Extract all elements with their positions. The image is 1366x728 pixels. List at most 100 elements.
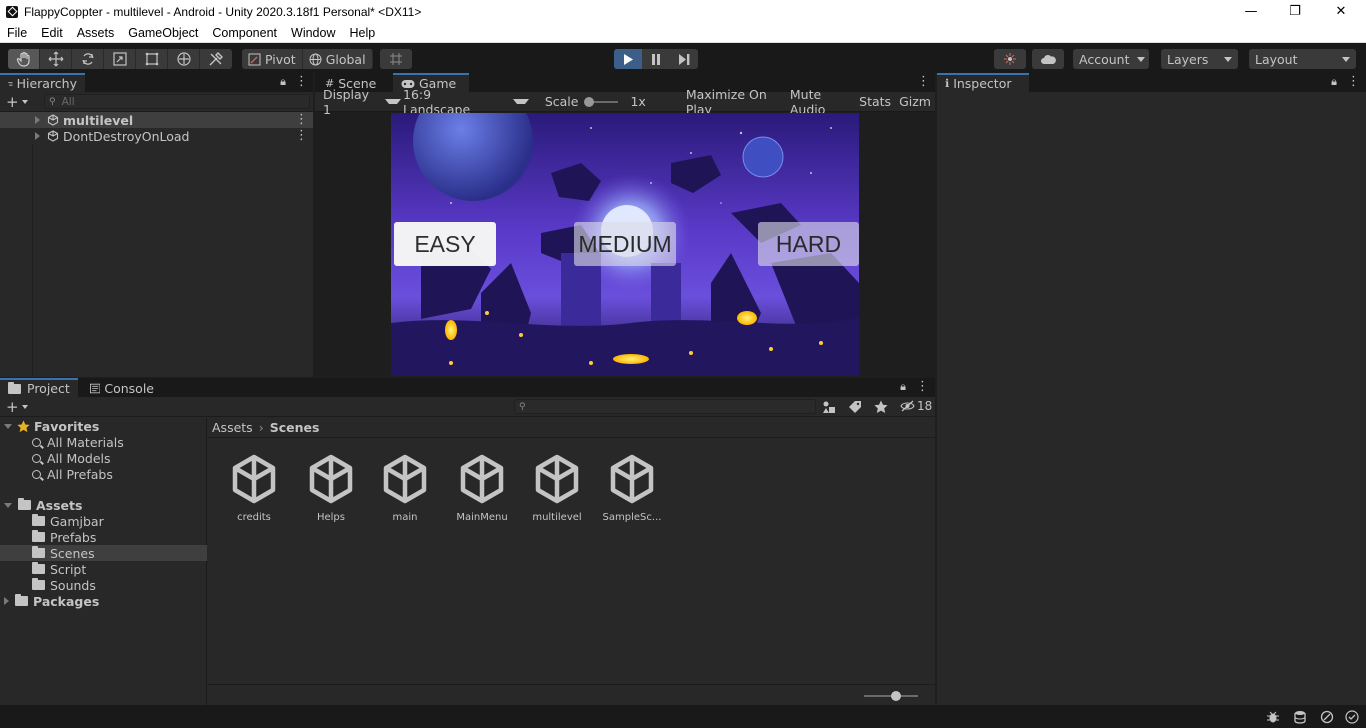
move-tool-icon[interactable] (40, 49, 72, 69)
breadcrumb-assets[interactable]: Assets (212, 420, 253, 435)
global-toggle[interactable]: Global (303, 49, 373, 69)
stats-toggle[interactable]: Stats (855, 94, 895, 109)
expand-arrow-icon[interactable] (4, 597, 9, 605)
scene-asset[interactable]: MainMenu (447, 454, 517, 523)
more-options-icon[interactable]: ⋮ (295, 113, 308, 127)
hard-button[interactable]: HARD (758, 222, 859, 266)
tree-item-label: Sounds (50, 577, 96, 593)
menu-file[interactable]: File (0, 26, 34, 40)
asset-size-bar (208, 684, 935, 705)
scale-slider[interactable] (584, 96, 619, 107)
breadcrumb-scenes[interactable]: Scenes (270, 420, 320, 435)
hidden-packages-toggle[interactable]: 18 (900, 399, 932, 413)
tree-favorites[interactable]: Favorites (4, 418, 99, 434)
tab-inspector[interactable]: ℹ Inspector (937, 73, 1029, 92)
folder-icon (18, 498, 31, 510)
more-options-icon[interactable]: ⋮ (916, 380, 929, 394)
menu-gameobject[interactable]: GameObject (121, 26, 205, 40)
tree-folder-prefabs[interactable]: Prefabs (32, 529, 96, 545)
tree-folder-script[interactable]: Script (32, 561, 86, 577)
scene-asset[interactable]: credits (219, 454, 289, 523)
menu-edit[interactable]: Edit (34, 26, 70, 40)
auto-generate-lighting-icon[interactable] (1320, 710, 1334, 727)
tree-all-materials[interactable]: All Materials (32, 434, 124, 450)
menu-help[interactable]: Help (342, 26, 382, 40)
menu-window[interactable]: Window (284, 26, 342, 40)
expand-arrow-icon[interactable] (35, 116, 40, 124)
medium-button[interactable]: MEDIUM (574, 222, 676, 266)
lock-icon[interactable]: 🔒︎ (278, 75, 288, 89)
cloud-icon[interactable] (1032, 49, 1064, 69)
scene-asset[interactable]: main (370, 454, 440, 523)
account-dropdown[interactable]: Account (1073, 49, 1149, 69)
hierarchy-search-input[interactable]: ⚲ All (44, 94, 310, 109)
tab-project[interactable]: Project (0, 378, 78, 397)
create-dropdown[interactable]: + (6, 398, 28, 416)
list-icon (8, 81, 13, 86)
game-canvas[interactable]: EASY MEDIUM HARD (391, 113, 859, 376)
tab-console[interactable]: Console (82, 378, 162, 397)
filter-by-type-icon[interactable] (822, 400, 836, 414)
expand-arrow-icon[interactable] (4, 502, 12, 508)
custom-tool-icon[interactable] (200, 49, 232, 69)
aspect-dropdown[interactable]: 16:9 Landscape (395, 87, 533, 117)
mute-audio-toggle[interactable]: Mute Audio (786, 87, 855, 117)
lock-icon[interactable]: 🔒︎ (898, 380, 908, 394)
hierarchy-item-multilevel[interactable]: multilevel ⋮ (0, 112, 313, 128)
debug-icon[interactable] (1266, 710, 1280, 727)
tree-folder-gamjbar[interactable]: Gamjbar (32, 513, 104, 529)
hand-tool-icon[interactable] (8, 49, 40, 69)
menu-component[interactable]: Component (205, 26, 284, 40)
create-dropdown[interactable]: + (6, 93, 28, 111)
filter-by-label-icon[interactable] (848, 400, 862, 414)
icon-size-slider[interactable] (864, 691, 918, 701)
services-icon[interactable] (994, 49, 1026, 69)
tree-item-label: All Models (47, 450, 111, 466)
pivot-toggle[interactable]: Pivot (242, 49, 303, 69)
scene-asset[interactable]: multilevel (522, 454, 592, 523)
tab-hierarchy[interactable]: Hierarchy (0, 73, 85, 92)
layers-dropdown[interactable]: Layers (1161, 49, 1238, 69)
rotate-tool-icon[interactable] (72, 49, 104, 69)
unity-scene-icon (46, 114, 59, 126)
play-button[interactable] (614, 49, 642, 69)
project-search-input[interactable]: ⚲ (514, 399, 816, 414)
menu-assets[interactable]: Assets (70, 26, 122, 40)
display-dropdown[interactable]: Display 1 (315, 87, 402, 117)
maximize-button[interactable]: ❐ (1272, 0, 1318, 23)
lock-icon[interactable]: 🔒︎ (1329, 75, 1339, 89)
cache-server-icon[interactable] (1293, 710, 1307, 727)
pause-button[interactable] (642, 49, 670, 69)
grid-snap-icon[interactable] (380, 49, 412, 69)
gizmos-toggle[interactable]: Gizm (895, 94, 935, 109)
close-button[interactable]: ✕ (1318, 0, 1364, 23)
star-icon[interactable] (874, 400, 888, 414)
tree-folder-sounds[interactable]: Sounds (32, 577, 96, 593)
hierarchy-item-dontdestroyonload[interactable]: DontDestroyOnLoad ⋮ (0, 128, 313, 144)
tree-all-prefabs[interactable]: All Prefabs (32, 466, 113, 482)
step-button[interactable] (670, 49, 698, 69)
expand-arrow-icon[interactable] (35, 132, 40, 140)
easy-button[interactable]: EASY (394, 222, 496, 266)
transform-tool-icon[interactable] (168, 49, 200, 69)
layout-dropdown[interactable]: Layout (1249, 49, 1356, 69)
scene-asset[interactable]: SampleSc... (597, 454, 667, 523)
scale-tool-icon[interactable] (104, 49, 136, 69)
minimize-button[interactable]: — (1228, 0, 1274, 23)
tree-packages[interactable]: Packages (4, 593, 99, 609)
scene-asset[interactable]: Helps (296, 454, 366, 523)
window-titlebar: FlappyCoppter - multilevel - Android - U… (0, 0, 1366, 23)
expand-arrow-icon[interactable] (4, 423, 12, 429)
more-options-icon[interactable]: ⋮ (295, 129, 308, 143)
more-options-icon[interactable]: ⋮ (1347, 75, 1360, 89)
checkmark-icon[interactable] (1345, 710, 1359, 727)
rect-tool-icon[interactable] (136, 49, 168, 69)
maximize-on-play-toggle[interactable]: Maximize On Play (682, 87, 786, 117)
tree-all-models[interactable]: All Models (32, 450, 111, 466)
more-options-icon[interactable]: ⋮ (917, 75, 930, 89)
tree-folder-scenes[interactable]: Scenes (0, 545, 207, 561)
tree-assets[interactable]: Assets (4, 497, 82, 513)
slider-thumb[interactable] (584, 96, 595, 107)
slider-thumb[interactable] (891, 691, 901, 701)
more-options-icon[interactable]: ⋮ (295, 75, 308, 89)
